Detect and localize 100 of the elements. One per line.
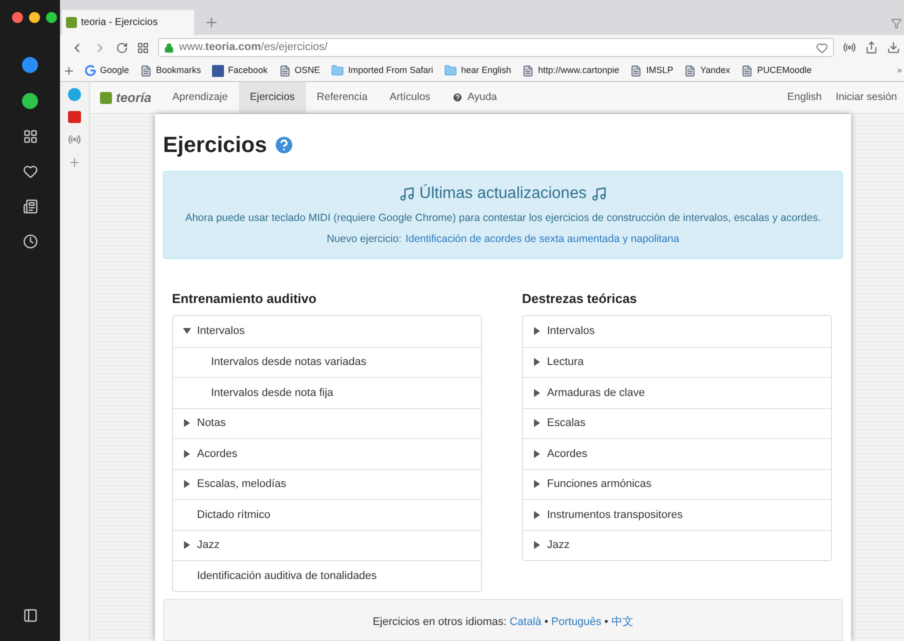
grid-icon[interactable]: [22, 129, 38, 144]
list-item[interactable]: Escalas: [523, 408, 831, 438]
footer-label: Ejercicios en otros idiomas:: [372, 615, 507, 630]
page-icon: [522, 64, 534, 76]
list-item[interactable]: Jazz: [523, 530, 831, 560]
item-label: Jazz: [197, 538, 220, 553]
bookmark-item[interactable]: Bookmarks: [140, 64, 210, 78]
google-icon: [85, 65, 96, 76]
sub-item[interactable]: Intervalos desde nota fija: [173, 377, 481, 408]
download-icon[interactable]: [887, 41, 900, 54]
item-label: Lectura: [547, 355, 584, 370]
bookmark-heart-icon[interactable]: [816, 42, 828, 54]
list-item[interactable]: Acordes: [523, 438, 831, 468]
list-item[interactable]: Instrumentos transpositores: [523, 499, 831, 530]
bookmark-item[interactable]: PUCEMoodle: [741, 64, 821, 78]
bookmark-item[interactable]: OSNE: [278, 64, 330, 78]
nav-tab[interactable]: Artículos: [378, 82, 442, 113]
bookmark-item[interactable]: Yandex: [684, 64, 740, 78]
collapsed-arrow-icon: [533, 510, 541, 519]
nav-tab[interactable]: Ayuda: [441, 82, 508, 113]
item-label: Notas: [197, 416, 226, 431]
section-heading: Destrezas teóricas: [522, 290, 638, 308]
panel-icon[interactable]: [22, 608, 38, 623]
item-label: Dictado rítmico: [197, 508, 270, 522]
folder-icon: [331, 64, 344, 77]
language-link[interactable]: Català: [510, 614, 542, 630]
news-link[interactable]: Identificación de acordes de sexta aumentada y napolitana: [405, 232, 680, 248]
bookmark-item[interactable]: Imported From Safari: [331, 64, 442, 78]
bookmark-item[interactable]: Google: [85, 64, 138, 78]
clock-icon[interactable]: [22, 234, 38, 249]
list-item[interactable]: Intervalos: [523, 316, 831, 346]
maximize-icon[interactable]: [46, 12, 57, 23]
list-item[interactable]: Notas: [173, 408, 481, 438]
url-text: www.teoria.com/es/ejercicios/: [179, 40, 328, 56]
list-item[interactable]: Identificación auditiva de tonalidades: [173, 560, 481, 590]
page-icon: [684, 64, 696, 76]
news-icon[interactable]: [22, 199, 38, 214]
help-icon: [452, 92, 464, 103]
collapsed-arrow-icon: [533, 541, 541, 550]
bookmark-item[interactable]: IMSLP: [630, 64, 682, 78]
close-icon[interactable]: [12, 12, 23, 23]
bookmark-item[interactable]: hear English: [444, 64, 520, 78]
item-label: Escalas: [547, 416, 586, 431]
folder-icon: [444, 64, 458, 77]
language-link[interactable]: Português: [551, 614, 602, 630]
address-field[interactable]: www.teoria.com/es/ejercicios/: [158, 38, 834, 57]
item-label: Identificación auditiva de tonalidades: [197, 568, 377, 584]
more-bookmarks[interactable]: »: [896, 64, 904, 78]
new-tab-icon[interactable]: [204, 15, 219, 30]
page-title: Ejercicios: [163, 131, 267, 159]
item-label: Intervalos: [197, 324, 245, 339]
heart-icon[interactable]: [22, 164, 38, 179]
bookmark-item[interactable]: Facebook: [212, 64, 277, 78]
list-item[interactable]: Armaduras de clave: [523, 377, 831, 408]
whatsapp-icon[interactable]: [22, 93, 38, 109]
news-label: Nuevo ejercicio:: [326, 232, 402, 247]
sub-item[interactable]: Intervalos desde notas variadas: [173, 346, 481, 377]
add-panel-icon[interactable]: [68, 156, 81, 169]
page-icon: [278, 64, 291, 76]
item-label: Acordes: [197, 446, 238, 462]
item-label: Escalas, melodías: [197, 477, 286, 492]
news-text: Ahora puede usar teclado MIDI (requiere Google Chrome) para contestar los ejercicios de construcción de intervalos, escalas y acordes.: [185, 211, 821, 226]
reload-icon[interactable]: [116, 42, 128, 54]
collapsed-arrow-icon: [183, 541, 191, 550]
nav-tab[interactable]: Referencia: [306, 82, 379, 113]
page-icon: [630, 64, 642, 76]
list-item[interactable]: Funciones armónicas: [523, 468, 831, 499]
collapsed-arrow-icon: [533, 480, 541, 488]
expanded-arrow-icon: [183, 327, 191, 336]
browser-tab[interactable]: teoria - Ejercicios: [62, 10, 194, 35]
site-logo[interactable]: teoría: [116, 88, 152, 108]
list-item[interactable]: Jazz: [173, 530, 481, 560]
minimize-icon[interactable]: [29, 12, 40, 23]
separator-dot: •: [544, 615, 548, 630]
messenger-icon[interactable]: [22, 57, 38, 73]
list-item[interactable]: Intervalos: [173, 316, 481, 346]
collapsed-arrow-icon: [533, 450, 541, 458]
music-note-icon: [399, 186, 416, 202]
list-item[interactable]: Acordes: [173, 438, 481, 468]
add-bookmark-icon[interactable]: [63, 64, 75, 76]
speed-dial-icon[interactable]: [137, 42, 149, 54]
page-icon: [741, 64, 754, 76]
collapsed-arrow-icon: [533, 327, 541, 336]
separator-dot: •: [604, 615, 608, 630]
nav-link[interactable]: English: [780, 90, 829, 106]
list-item[interactable]: Dictado rítmico: [173, 499, 481, 530]
list-item[interactable]: Escalas, melodías: [173, 468, 481, 499]
bookmark-item[interactable]: http://www.cartonpie: [522, 64, 628, 78]
collapsed-arrow-icon: [533, 388, 541, 397]
antenna-icon[interactable]: [68, 133, 81, 146]
list-item[interactable]: Lectura: [523, 346, 831, 377]
nav-tab[interactable]: Ejercicios: [238, 82, 306, 113]
facebook-icon: [212, 64, 224, 76]
nav-tab[interactable]: Aprendizaje: [161, 82, 239, 113]
language-link[interactable]: 中文: [611, 614, 634, 630]
collapsed-arrow-icon: [533, 358, 541, 366]
nav-link[interactable]: Iniciar sesión: [828, 90, 904, 106]
share-icon[interactable]: [865, 41, 878, 54]
antenna-icon[interactable]: [843, 41, 856, 54]
help-icon[interactable]: [272, 134, 295, 156]
